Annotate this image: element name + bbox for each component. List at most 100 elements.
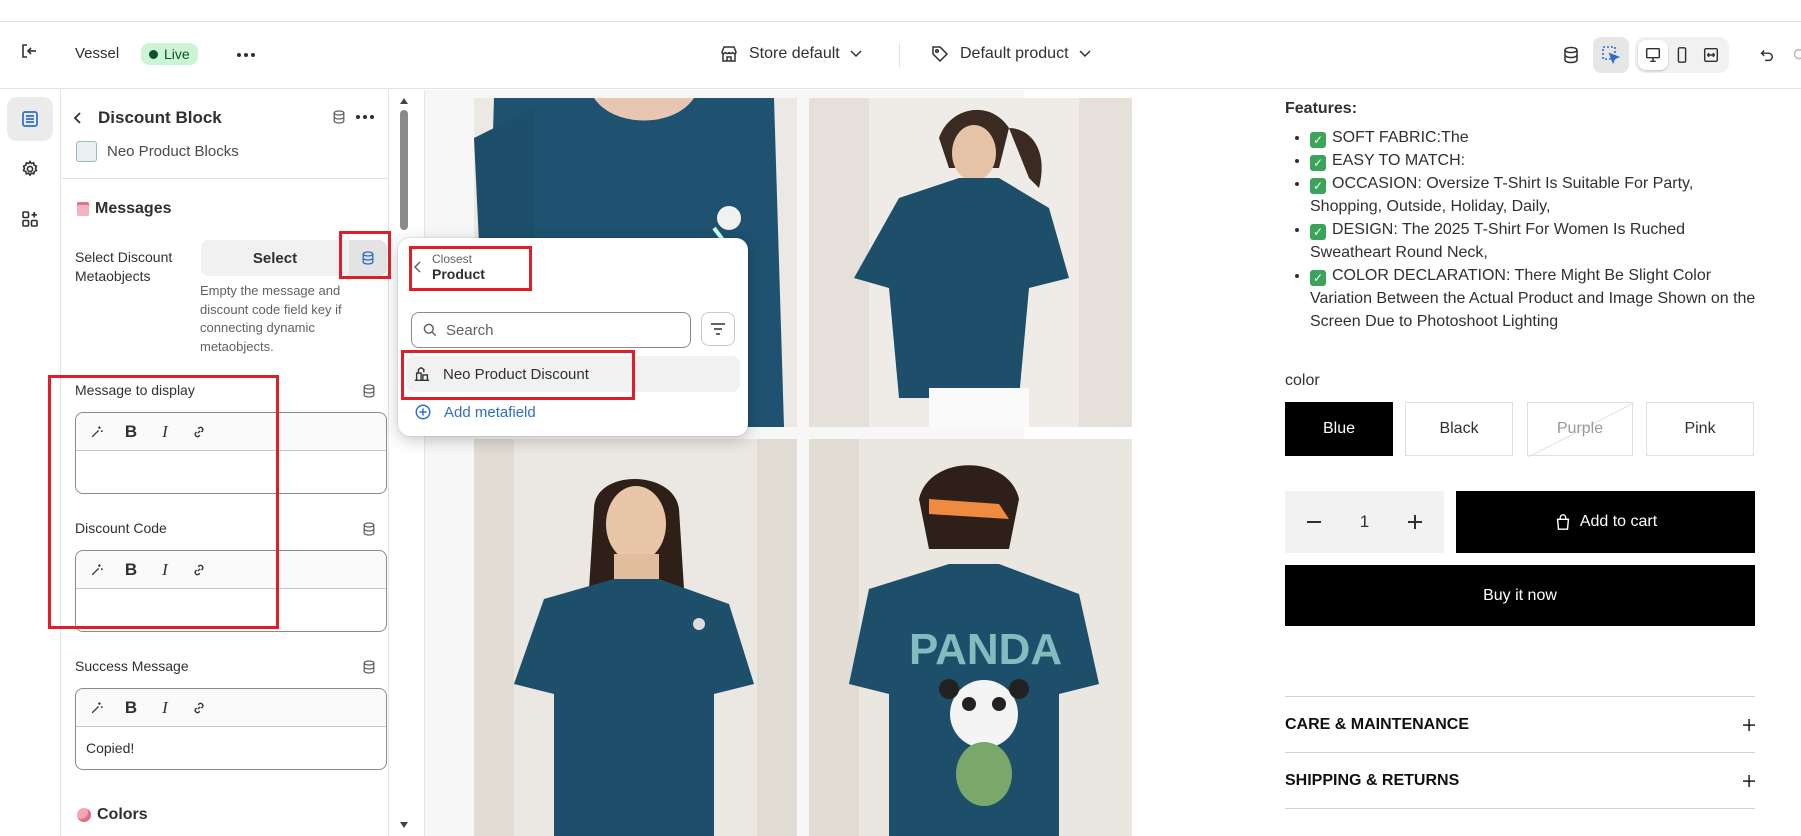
list-item: ✓OCCASION: Oversize T-Shirt Is Suitable … xyxy=(1310,172,1765,218)
template-selector[interactable]: Default product xyxy=(930,44,1091,64)
buy-now-button[interactable]: Buy it now xyxy=(1285,565,1755,626)
link-icon[interactable] xyxy=(188,697,210,719)
more-actions-button[interactable] xyxy=(231,40,261,70)
check-icon: ✓ xyxy=(1310,155,1326,171)
bag-icon xyxy=(1554,513,1572,531)
dynamic-source-button[interactable] xyxy=(331,109,347,125)
redo-icon xyxy=(1790,48,1801,62)
store-name: Vessel xyxy=(75,45,120,62)
magic-icon[interactable] xyxy=(86,559,108,581)
list-item: ✓ EASY TO MATCH: xyxy=(1310,149,1765,172)
divider xyxy=(1285,808,1755,809)
product-image-4[interactable]: PANDA xyxy=(809,439,1132,836)
add-to-cart-label: Add to cart xyxy=(1579,513,1658,530)
app-name: Neo Product Blocks xyxy=(107,143,239,160)
bold-icon[interactable]: B xyxy=(120,421,142,443)
popover-breadcrumb[interactable]: Closest Product xyxy=(414,252,485,282)
mobile-view-button[interactable] xyxy=(1667,40,1697,70)
panel-scrollbar[interactable] xyxy=(398,90,410,836)
connect-dynamic-source-button[interactable] xyxy=(349,240,387,276)
list-item[interactable]: Neo Product Discount xyxy=(406,356,740,392)
accordion-care[interactable]: CARE & MAINTENANCE xyxy=(1285,696,1755,752)
features-title: Features: xyxy=(1285,100,1358,117)
add-to-cart-button[interactable]: Add to cart xyxy=(1456,491,1755,553)
editor-topbar: Vessel Live Store default Default produc… xyxy=(0,23,1801,89)
chevron-left-icon xyxy=(414,261,422,273)
list-item-label: Neo Product Discount xyxy=(443,365,589,383)
accordion-shipping[interactable]: SHIPPING & RETURNS xyxy=(1285,752,1755,808)
live-badge: Live xyxy=(141,43,198,65)
gear-icon xyxy=(20,159,40,179)
select-button[interactable]: Select xyxy=(201,240,349,276)
success-dynamic-source[interactable] xyxy=(361,659,377,675)
app-embeds-button[interactable] xyxy=(1556,40,1586,70)
cursor-select-icon xyxy=(1601,45,1621,65)
color-option-black[interactable]: Black xyxy=(1405,402,1513,456)
exit-button[interactable] xyxy=(19,41,39,61)
quantity-value[interactable]: 1 xyxy=(1360,512,1369,532)
breadcrumb-parent: Closest xyxy=(432,252,473,266)
list-item: ✓DESIGN: The 2025 T-Shirt For Women Is R… xyxy=(1310,218,1765,264)
color-option-purple[interactable]: Purple xyxy=(1527,402,1634,457)
message-input[interactable] xyxy=(76,451,386,493)
rte-toolbar: B I xyxy=(76,551,386,589)
minus-button[interactable] xyxy=(1307,521,1321,523)
product-image-2[interactable] xyxy=(809,98,1132,427)
desktop-view-button[interactable] xyxy=(1638,40,1668,70)
sidebar-item-sections[interactable] xyxy=(7,97,53,141)
rte-toolbar: B I xyxy=(76,413,386,451)
live-badge-label: Live xyxy=(164,46,190,62)
search-input[interactable]: Search xyxy=(411,312,691,348)
ellipsis-icon xyxy=(355,109,375,125)
color-option-label: Purple xyxy=(1556,420,1604,437)
help-text: Empty the message and discount code fiel… xyxy=(200,283,342,354)
discount-code-label: Discount Code xyxy=(75,520,167,536)
inspector-toggle[interactable] xyxy=(1593,37,1629,73)
link-icon[interactable] xyxy=(188,421,210,443)
bold-icon[interactable]: B xyxy=(120,559,142,581)
block-more-button[interactable] xyxy=(355,109,375,125)
plus-icon xyxy=(1743,774,1755,787)
database-icon xyxy=(331,109,347,125)
plus-button[interactable] xyxy=(1408,515,1422,529)
fullscreen-view-button[interactable] xyxy=(1696,40,1726,70)
sidebar-item-settings[interactable] xyxy=(7,147,53,191)
sidebar-item-apps[interactable] xyxy=(7,197,53,241)
list-item: ✓COLOR DECLARATION: There Might Be Sligh… xyxy=(1310,264,1765,333)
database-icon xyxy=(361,659,377,675)
chevron-down-icon xyxy=(850,50,862,58)
sidebar-rail xyxy=(0,90,61,836)
message-editor: B I xyxy=(75,412,387,494)
block-settings-panel: Discount Block Neo Product Blocks Messag… xyxy=(62,90,389,836)
magic-icon[interactable] xyxy=(86,421,108,443)
undo-button[interactable] xyxy=(1751,40,1781,70)
section-colors-label: Colors xyxy=(97,806,148,823)
section-messages: Messages xyxy=(77,200,172,218)
search-icon xyxy=(422,322,438,338)
redo-button[interactable] xyxy=(1790,48,1801,62)
italic-icon[interactable]: I xyxy=(154,559,176,581)
filter-button[interactable] xyxy=(701,312,735,346)
link-icon[interactable] xyxy=(188,559,210,581)
database-icon xyxy=(360,250,376,266)
back-button[interactable] xyxy=(72,111,84,125)
exit-icon xyxy=(19,41,39,61)
color-option-pink[interactable]: Pink xyxy=(1646,402,1754,456)
add-metafield-button[interactable]: Add metafield xyxy=(414,403,536,421)
app-logo-icon xyxy=(76,141,97,162)
feature-text: DESIGN: The 2025 T-Shirt For Women Is Ru… xyxy=(1310,221,1686,261)
ellipsis-icon xyxy=(236,52,256,58)
italic-icon[interactable]: I xyxy=(154,421,176,443)
bold-icon[interactable]: B xyxy=(120,697,142,719)
color-option-blue[interactable]: Blue xyxy=(1285,402,1393,456)
magic-icon[interactable] xyxy=(86,697,108,719)
theme-selector[interactable]: Store default xyxy=(719,44,862,64)
success-message-input[interactable]: Copied! xyxy=(76,727,386,769)
success-message-label: Success Message xyxy=(75,658,189,674)
message-label: Message to display xyxy=(75,382,195,398)
discount-dynamic-source[interactable] xyxy=(361,521,377,537)
message-dynamic-source[interactable] xyxy=(361,383,377,399)
discount-code-input[interactable] xyxy=(76,589,386,631)
italic-icon[interactable]: I xyxy=(154,697,176,719)
product-image-3[interactable] xyxy=(474,439,797,836)
